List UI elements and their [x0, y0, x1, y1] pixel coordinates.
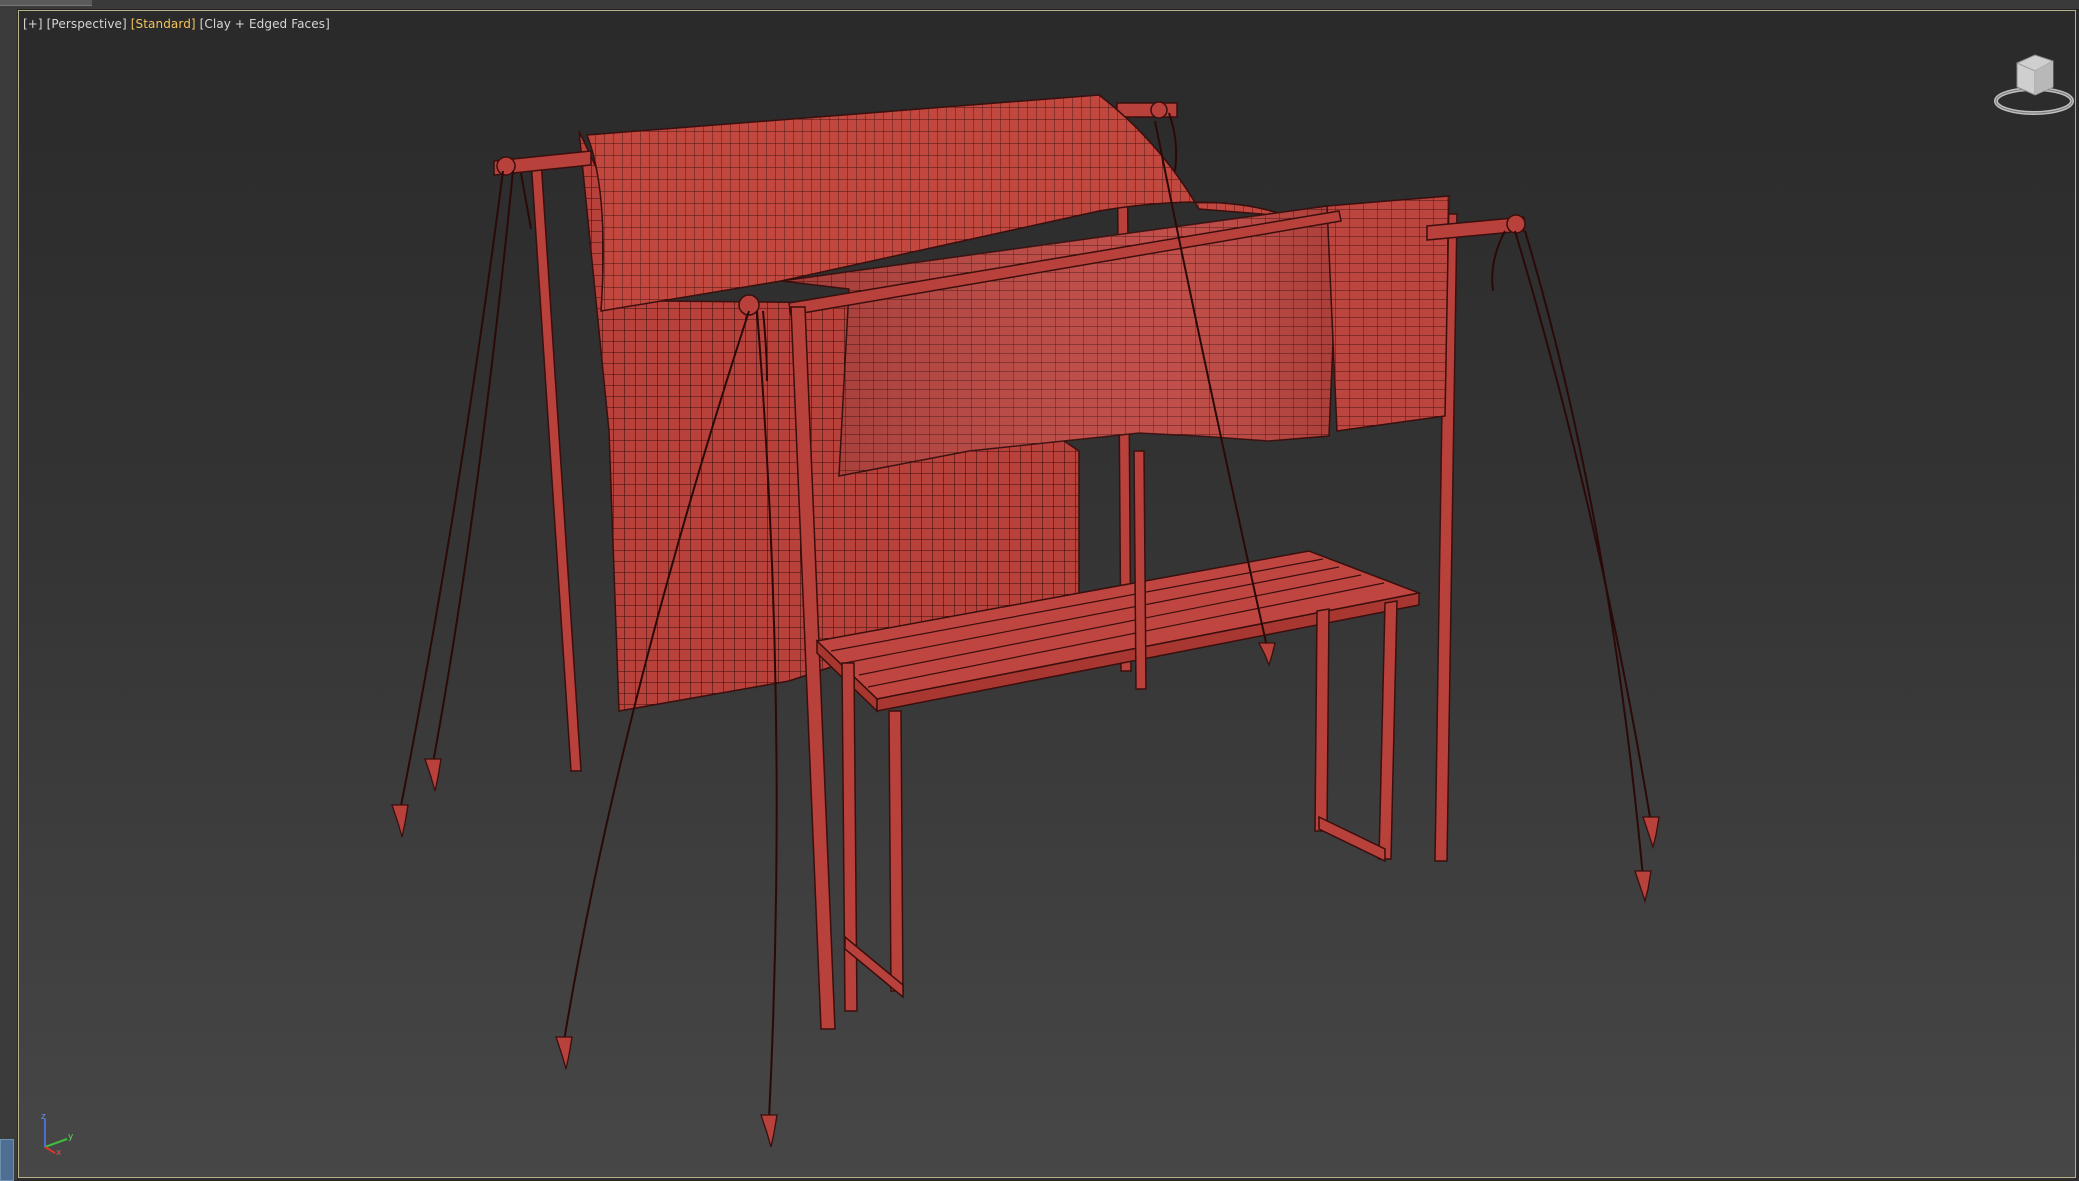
- left-panel-button[interactable]: [0, 1139, 14, 1181]
- axis-label-x: x: [56, 1148, 62, 1155]
- top-toolbar-strip: [0, 0, 2079, 10]
- axis-label-y: y: [68, 1132, 74, 1142]
- left-panel-strip: [0, 9, 17, 1181]
- viewcube-icon[interactable]: [1979, 41, 2076, 121]
- axis-tripod-icon: z y x: [41, 1112, 74, 1155]
- axis-label-z: z: [41, 1112, 46, 1122]
- scene-render[interactable]: [19, 11, 2076, 1178]
- perspective-viewport[interactable]: [+] [Perspective] [Standard] [Clay + Edg…: [18, 10, 2076, 1178]
- ground-stakes[interactable]: [391, 642, 1660, 1148]
- viewport-tab[interactable]: [0, 0, 92, 6]
